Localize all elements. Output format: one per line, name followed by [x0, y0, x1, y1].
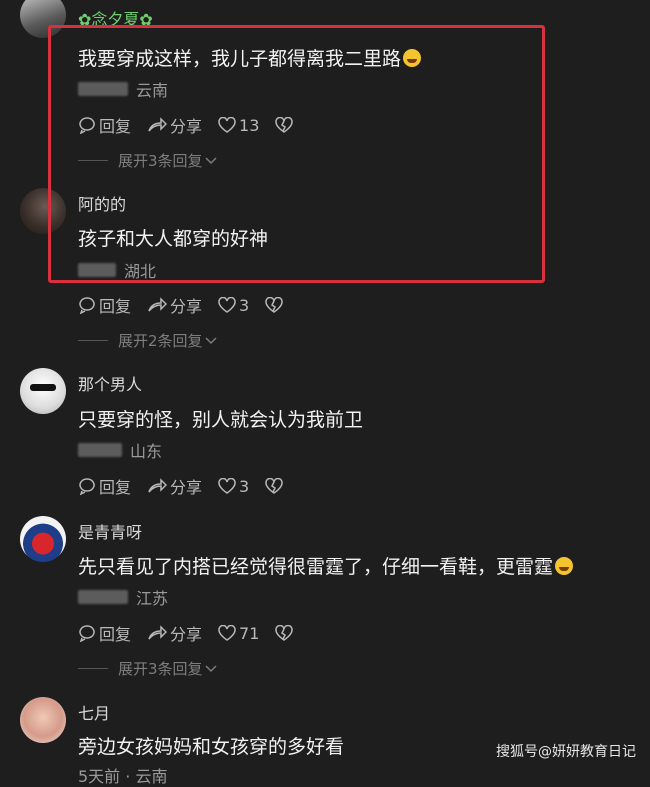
avatar[interactable]: [20, 697, 66, 743]
heart-icon: [218, 625, 236, 641]
comment-text: 旁边女孩妈妈和女孩穿的多好看: [78, 736, 345, 758]
comment-meta: 5天前 · 云南: [78, 763, 167, 787]
like-button[interactable]: 3: [218, 477, 249, 496]
heart-icon: [218, 478, 236, 494]
comment-text: 先只看见了内搭已经觉得很雷霆了，仔细一看鞋，更雷霆: [78, 552, 574, 579]
share-arrow-icon: [148, 297, 168, 312]
comment-username[interactable]: 那个男人: [78, 371, 142, 395]
like-button[interactable]: 71: [218, 624, 259, 643]
reply-button[interactable]: 回复: [78, 293, 131, 317]
reply-bubble-icon: [79, 625, 95, 642]
expand-label: 展开3条回复: [118, 660, 203, 678]
share-button[interactable]: 分享: [147, 621, 202, 645]
watermark: 搜狐号@妍妍教育日记: [496, 744, 636, 760]
dislike-button[interactable]: [265, 297, 286, 313]
broken-heart-icon: [265, 297, 283, 313]
dislike-button[interactable]: [275, 625, 296, 641]
comment-meta: 江苏: [78, 585, 168, 609]
sunglasses-icon: [30, 384, 56, 391]
reply-label: 回复: [99, 625, 132, 644]
chevron-down-icon: [205, 664, 217, 672]
comment-username[interactable]: 七月: [78, 700, 110, 724]
comment-username[interactable]: 是青青呀: [78, 519, 142, 543]
broken-heart-icon: [265, 478, 283, 494]
comment-text-content: 先只看见了内搭已经觉得很雷霆了，仔细一看鞋，更雷霆: [78, 556, 554, 578]
share-arrow-icon: [148, 478, 168, 493]
share-button[interactable]: 分享: [147, 474, 202, 498]
reply-button[interactable]: 回复: [78, 621, 131, 645]
laughing-emoji-icon: [555, 557, 574, 575]
like-count: 3: [239, 476, 250, 496]
blurred-time: [78, 443, 122, 457]
divider-line: [78, 668, 108, 669]
highlight-box: [48, 25, 545, 283]
reply-bubble-icon: [79, 478, 95, 495]
like-count: 71: [239, 623, 260, 643]
chevron-down-icon: [205, 336, 217, 344]
comment-actions: 回复 分享 3: [78, 293, 302, 317]
reply-bubble-icon: [79, 297, 95, 314]
reply-label: 回复: [99, 297, 132, 316]
like-count: 3: [239, 295, 250, 315]
share-label: 分享: [170, 478, 203, 497]
avatar[interactable]: [20, 516, 66, 562]
share-button[interactable]: 分享: [147, 293, 202, 317]
comment-text: 只要穿的怪，别人就会认为我前卫: [78, 409, 364, 431]
reply-label: 回复: [99, 478, 132, 497]
comment-actions: 回复 分享 3: [78, 474, 302, 498]
expand-label: 展开2条回复: [118, 332, 203, 350]
dislike-button[interactable]: [265, 478, 286, 494]
share-arrow-icon: [148, 625, 168, 640]
like-button[interactable]: 3: [218, 296, 249, 315]
expand-replies[interactable]: 展开3条回复: [78, 658, 217, 679]
broken-heart-icon: [275, 625, 294, 641]
share-label: 分享: [170, 297, 203, 316]
comment-actions: 回复 分享 71: [78, 621, 312, 645]
comment-location: 江苏: [136, 589, 169, 608]
avatar[interactable]: [20, 368, 66, 414]
share-label: 分享: [170, 625, 203, 644]
divider-line: [78, 340, 108, 341]
expand-replies[interactable]: 展开2条回复: [78, 330, 217, 351]
comment-meta: 山东: [78, 438, 162, 462]
heart-icon: [218, 297, 236, 313]
comment-location: 5天前 · 云南: [78, 767, 168, 786]
reply-button[interactable]: 回复: [78, 474, 131, 498]
comment-location: 山东: [130, 442, 163, 461]
blurred-time: [78, 590, 128, 604]
